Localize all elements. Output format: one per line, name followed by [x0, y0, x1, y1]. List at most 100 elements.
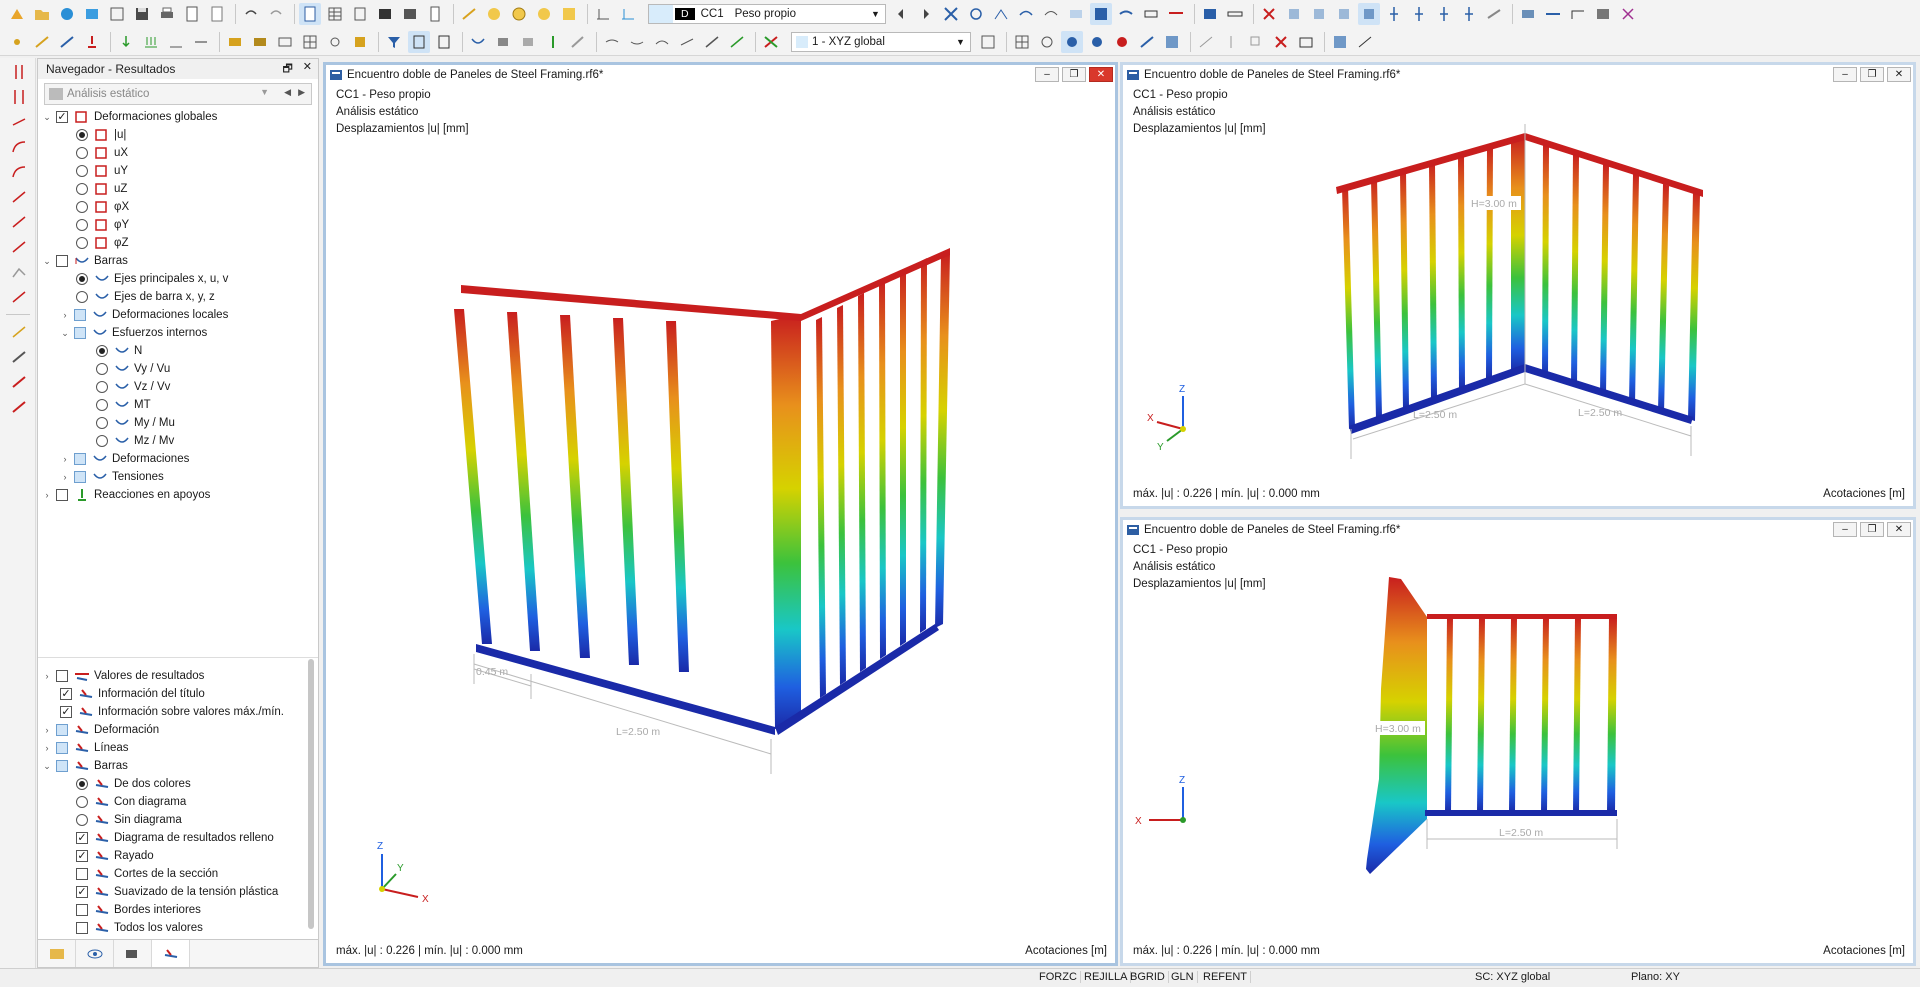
save-icon[interactable] — [131, 3, 153, 25]
model-manager-icon[interactable] — [106, 3, 128, 25]
hinge-icon[interactable] — [324, 31, 346, 53]
vertical-line-icon[interactable] — [8, 61, 30, 83]
tree-item-mt[interactable]: MT — [38, 396, 318, 414]
expand-icon[interactable]: › — [42, 725, 52, 735]
radio[interactable] — [76, 219, 88, 231]
expand-icon[interactable]: › — [60, 454, 70, 464]
tree-item-plastic-smoothing[interactable]: Suavizado de la tensión plástica — [38, 883, 318, 901]
results-icon[interactable] — [533, 3, 555, 25]
filter-icon[interactable] — [383, 31, 405, 53]
support-icon[interactable] — [81, 31, 103, 53]
tree-item-deformations[interactable]: › Deformaciones — [38, 450, 318, 468]
tree-item-support-reactions[interactable]: › Reacciones en apoyos — [38, 486, 318, 504]
maximize-button[interactable]: ❐ — [1860, 522, 1884, 537]
tab-display-icon[interactable] — [76, 940, 114, 967]
checkbox[interactable] — [76, 832, 88, 844]
minimize-button[interactable]: – — [1035, 67, 1059, 82]
radio[interactable] — [76, 291, 88, 303]
show-member-icon[interactable] — [408, 30, 430, 53]
tree-item-section-cuts[interactable]: Cortes de la sección — [38, 865, 318, 883]
tree-item-vy[interactable]: Vy / Vu — [38, 360, 318, 378]
top-right-view-window[interactable]: Encuentro doble de Paneles de Steel Fram… — [1120, 62, 1916, 509]
sections-icon[interactable] — [1065, 3, 1087, 25]
animation-icon[interactable] — [965, 3, 987, 25]
view-y-icon[interactable] — [1408, 3, 1430, 25]
new-model-icon[interactable] — [6, 3, 28, 25]
node-tool-icon[interactable] — [8, 321, 30, 343]
tree-item-result-values[interactable]: › Valores de resultados — [38, 667, 318, 685]
model-3d-view[interactable]: H=3.00 m L=2.50 m L=2.50 m Z X Y — [1123, 84, 1913, 484]
collapse-icon[interactable]: ⌄ — [42, 761, 52, 772]
view-x-icon[interactable] — [1383, 3, 1405, 25]
ruler-icon[interactable] — [1224, 3, 1246, 25]
tree-item-uz[interactable]: uZ — [38, 180, 318, 198]
radio[interactable] — [76, 273, 88, 285]
guideline-icon[interactable] — [1195, 31, 1217, 53]
checkbox[interactable] — [56, 670, 68, 682]
window-title-bar[interactable]: Encuentro doble de Paneles de Steel Fram… — [1123, 65, 1913, 84]
tree-item-deformation[interactable]: › Deformación — [38, 721, 318, 739]
snap-icon[interactable] — [1617, 3, 1639, 25]
tree-item-my[interactable]: My / Mu — [38, 414, 318, 432]
radio[interactable] — [96, 345, 108, 357]
page-icon[interactable] — [206, 3, 228, 25]
chevron-down-icon[interactable]: ▼ — [871, 9, 885, 19]
checkbox[interactable] — [76, 850, 88, 862]
tree-item-u-total[interactable]: |u| — [38, 126, 318, 144]
checkbox[interactable] — [56, 760, 68, 772]
checkbox[interactable] — [56, 742, 68, 754]
minimize-button[interactable]: – — [1833, 67, 1857, 82]
checkbox[interactable] — [74, 453, 86, 465]
expand-icon[interactable]: › — [42, 671, 52, 681]
expand-icon[interactable]: › — [60, 310, 70, 320]
close-button[interactable]: ✕ — [1887, 67, 1911, 82]
expand-icon[interactable]: › — [60, 472, 70, 482]
tree-item-lines[interactable]: › Líneas — [38, 739, 318, 757]
tree-item-all-values[interactable]: Todos los valores — [38, 919, 318, 937]
cube-front-icon[interactable] — [1308, 3, 1330, 25]
status-rejilla[interactable]: REJILLA — [1081, 971, 1132, 983]
smooth-icon[interactable] — [601, 31, 623, 53]
snap-perp-icon[interactable] — [1136, 31, 1158, 53]
checkbox[interactable] — [76, 886, 88, 898]
tree-item-member-axes[interactable]: Ejes de barra x, y, z — [38, 288, 318, 306]
analysis-combo[interactable]: Análisis estático ▼ ◀ ▶ — [44, 83, 312, 105]
pin-icon[interactable]: 🗗 — [282, 60, 292, 79]
camera-icon[interactable] — [1295, 31, 1317, 53]
report-icon[interactable] — [181, 3, 203, 25]
tree-item-local-deformations[interactable]: › Deformaciones locales — [38, 306, 318, 324]
radio[interactable] — [76, 165, 88, 177]
member-load-icon[interactable] — [140, 31, 162, 53]
bottom-right-view-window[interactable]: Encuentro doble de Paneles de Steel Fram… — [1120, 517, 1916, 966]
tree-item-maxmin-info[interactable]: Información sobre valores máx./mín. — [38, 703, 318, 721]
model-elevation-view[interactable]: H=3.00 m L=2.50 m Z X — [1123, 539, 1913, 939]
object-snap-icon[interactable] — [1061, 30, 1083, 53]
slash-icon[interactable] — [701, 31, 723, 53]
tree-item-phix[interactable]: φX — [38, 198, 318, 216]
tree-item-members-display[interactable]: ⌄ Barras — [38, 757, 318, 775]
dimension-line-icon[interactable] — [8, 211, 30, 233]
collapse-icon[interactable]: ⌄ — [42, 112, 52, 123]
surface-load-icon[interactable] — [165, 31, 187, 53]
expand-icon[interactable]: › — [42, 743, 52, 753]
copy-icon[interactable] — [1245, 31, 1267, 53]
nurbs-icon[interactable] — [8, 261, 30, 283]
member-set-icon[interactable] — [8, 371, 30, 393]
visibility-icon[interactable] — [1592, 3, 1614, 25]
calculate-icon[interactable] — [508, 3, 530, 25]
radio[interactable] — [96, 417, 108, 429]
checkbox[interactable] — [74, 309, 86, 321]
window-title-bar[interactable]: Encuentro doble de Paneles de Steel Fram… — [1123, 520, 1913, 539]
chevron-down-icon[interactable]: ▼ — [956, 37, 970, 47]
model-3d-view[interactable]: 0.45 m L=2.50 m Z X Y — [326, 84, 1115, 944]
tree-item-mz[interactable]: Mz / Mv — [38, 432, 318, 450]
contour-icon[interactable] — [651, 31, 673, 53]
document-icon[interactable] — [424, 3, 446, 25]
colors-icon[interactable] — [760, 31, 782, 53]
undo-icon[interactable] — [240, 3, 262, 25]
view-settings-icon[interactable] — [977, 31, 999, 53]
load-case-combo[interactable]: D CC1 Peso propio ▼ — [648, 4, 886, 24]
tree-item-stresses[interactable]: › Tensiones — [38, 468, 318, 486]
checkbox[interactable] — [76, 868, 88, 880]
add-icon[interactable] — [558, 3, 580, 25]
